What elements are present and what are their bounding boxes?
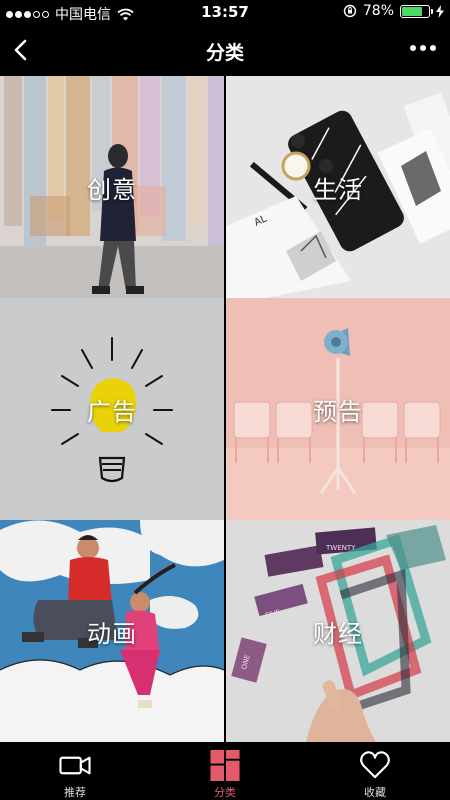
category-label: 财经: [313, 620, 363, 648]
battery-percentage: 78%: [362, 3, 394, 19]
tab-category[interactable]: 分类: [150, 742, 300, 800]
category-tile-animation[interactable]: 动画: [0, 520, 224, 742]
navigation-bar: 分类: [0, 24, 450, 76]
battery-icon: [400, 4, 433, 18]
category-label: 动画: [87, 620, 137, 648]
status-right: 78%: [343, 3, 444, 19]
category-grid: 创意 AL 生活 广告 预告 动画 TWENTY TEN FIVE ONE 财经: [0, 76, 450, 742]
category-label: 广告: [87, 398, 137, 426]
more-options-icon[interactable]: [410, 45, 436, 51]
tab-label: 收藏: [364, 786, 386, 799]
category-tile-advertising[interactable]: 广告: [0, 298, 224, 520]
category-tile-trailer[interactable]: 预告: [226, 298, 450, 520]
category-tile-creative[interactable]: 创意: [0, 76, 224, 298]
category-label: 生活: [313, 176, 363, 204]
orientation-lock-icon: [343, 4, 357, 18]
status-bar: 中国电信 13:57 78%: [0, 0, 450, 24]
charging-bolt-icon: [436, 4, 444, 18]
tab-label: 推荐: [64, 786, 86, 799]
heart-icon: [360, 751, 390, 779]
category-grid-icon: [210, 750, 240, 781]
page-title: 分类: [205, 42, 244, 64]
svg-text:TWENTY: TWENTY: [325, 544, 356, 552]
bottom-tab-bar: 推荐 分类 收藏: [0, 742, 450, 800]
category-tile-life[interactable]: AL 生活: [226, 76, 450, 298]
video-camera-icon: [59, 756, 91, 775]
tab-label: 分类: [214, 786, 236, 799]
category-label: 预告: [313, 398, 363, 426]
tab-favorites[interactable]: 收藏: [300, 742, 450, 800]
category-label: 创意: [87, 176, 137, 204]
battery-level-fill: [402, 6, 423, 16]
tab-recommended[interactable]: 推荐: [0, 742, 150, 800]
category-tile-finance[interactable]: TWENTY TEN FIVE ONE 财经: [226, 520, 450, 742]
